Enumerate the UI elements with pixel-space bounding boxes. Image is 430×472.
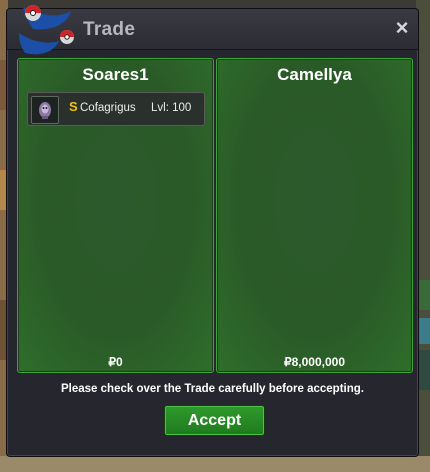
- player-money-offer: ₽0: [108, 355, 123, 369]
- trade-notice: Please check over the Trade carefully be…: [61, 383, 364, 395]
- item-name: Cofagrigus: [80, 102, 136, 114]
- close-icon[interactable]: ×: [392, 17, 412, 39]
- partner-name: Camellya: [277, 65, 352, 84]
- trade-item-slot[interactable]: S Cofagrigus Lvl: 100: [27, 92, 205, 126]
- window-title: Trade: [83, 19, 136, 40]
- trade-window: Trade × Soares1 S Cofagrigus Lvl: 100 ₽0…: [6, 5, 419, 457]
- accept-button[interactable]: Accept: [164, 405, 265, 436]
- shiny-coin-icon: S: [69, 99, 78, 114]
- player-name: Soares1: [82, 65, 149, 84]
- game-world-bottom-edge: [0, 456, 430, 472]
- trade-panel-partner: Camellya ₽8,000,000: [216, 58, 413, 373]
- item-level: Lvl: 100: [151, 102, 192, 114]
- trade-panel-player: Soares1 S Cofagrigus Lvl: 100 ₽0: [17, 58, 214, 373]
- cofagrigus-sprite-icon: [31, 96, 59, 124]
- partner-money-offer: ₽8,000,000: [283, 355, 346, 369]
- pokeball-logo-icon: [19, 5, 74, 55]
